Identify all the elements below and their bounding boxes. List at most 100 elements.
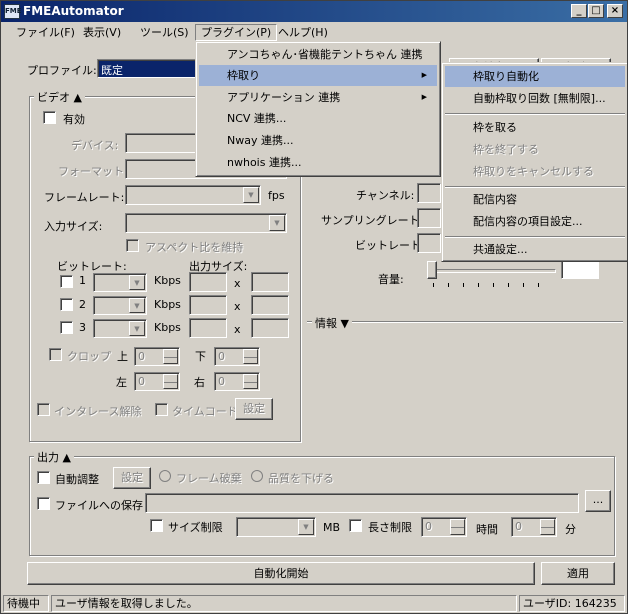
audio-bitrate-select[interactable] <box>417 233 441 253</box>
bitrate-1-checkbox[interactable] <box>60 275 73 288</box>
menu-ncv-link[interactable]: NCV 連携... <box>199 108 437 129</box>
menu-take-waku[interactable]: 枠を取る <box>445 117 625 138</box>
info-toggle[interactable]: 情報 ▼ <box>312 315 352 331</box>
output-settings-button[interactable]: 設定 <box>113 467 151 489</box>
apply-button[interactable]: 適用 <box>541 562 615 585</box>
window-title: FMEAutomator <box>23 4 124 18</box>
title-bar[interactable]: FME FMEAutomator _ □ × <box>1 1 627 22</box>
hours-input[interactable]: 0 <box>421 517 467 537</box>
crop-right-input[interactable]: 0 <box>214 372 260 391</box>
frame-drop-radio[interactable] <box>159 470 171 482</box>
size-limit-label: サイズ制限 <box>168 521 223 534</box>
output-2-height[interactable] <box>251 295 289 315</box>
chevron-down-icon[interactable]: ▼ <box>298 519 314 535</box>
crop-left-input[interactable]: 0 <box>134 372 180 391</box>
menu-anko-link[interactable]: アンコちゃん･省機能テントちゃん 連携 <box>199 44 437 65</box>
minutes-input[interactable]: 0 <box>511 517 557 537</box>
minimize-icon[interactable]: _ <box>571 4 587 18</box>
menu-auto-wakutori[interactable]: 枠取り自動化 <box>445 66 625 87</box>
sampling-select[interactable] <box>417 208 441 228</box>
hours-spinner[interactable] <box>450 519 465 535</box>
menu-separator <box>445 186 625 188</box>
crop-bottom-spinner[interactable] <box>243 349 258 364</box>
menu-tools[interactable]: ツール(S) <box>135 24 194 41</box>
browse-button[interactable]: ... <box>585 490 611 512</box>
output-2-width[interactable] <box>189 295 227 315</box>
menu-auto-count[interactable]: 自動枠取り回数 [無制限]... <box>445 88 625 109</box>
app-window: FME FMEAutomator _ □ × ファイル(F) 表示(V) ツール… <box>0 0 628 614</box>
hours-label: 時間 <box>476 523 498 536</box>
close-icon[interactable]: × <box>607 4 623 18</box>
volume-ticks <box>433 283 551 287</box>
plugin-menu: アンコちゃん･省機能テントちゃん 連携 枠取り ▶ アプリケーション 連携 ▶ … <box>195 41 441 177</box>
menu-separator <box>445 236 625 238</box>
chevron-down-icon[interactable]: ▼ <box>129 298 145 313</box>
crop-checkbox[interactable] <box>49 348 62 361</box>
crop-top-value: 0 <box>138 350 145 363</box>
output-3-width[interactable] <box>189 318 227 338</box>
menu-cancel-waku[interactable]: 枠取りをキャンセルする <box>445 161 625 182</box>
crop-left-spinner[interactable] <box>163 374 178 389</box>
profile-select[interactable]: 既定 <box>97 59 197 78</box>
length-limit-checkbox[interactable] <box>349 519 362 532</box>
save-file-checkbox[interactable] <box>37 497 50 510</box>
timecode-checkbox[interactable] <box>155 403 168 416</box>
bitrate-1-select[interactable]: ▼ <box>93 273 147 292</box>
chevron-down-icon[interactable]: ▼ <box>269 215 285 231</box>
output-3-height[interactable] <box>251 318 289 338</box>
video-enable-checkbox[interactable] <box>43 111 56 124</box>
menu-nway-link[interactable]: Nway 連携... <box>199 130 437 151</box>
minutes-spinner[interactable] <box>540 519 555 535</box>
minutes-value: 0 <box>515 520 522 533</box>
maximize-icon[interactable]: □ <box>588 4 604 18</box>
menu-view[interactable]: 表示(V) <box>78 24 126 41</box>
input-size-select[interactable]: ▼ <box>125 213 287 233</box>
bitrate-3-select[interactable]: ▼ <box>93 319 147 338</box>
menu-common-settings[interactable]: 共通設定... <box>445 239 625 260</box>
deinterlace-checkbox[interactable] <box>37 403 50 416</box>
crop-bottom-input[interactable]: 0 <box>214 347 260 366</box>
crop-top-spinner[interactable] <box>163 349 178 364</box>
quality-down-radio[interactable] <box>251 470 263 482</box>
menu-plugin[interactable]: プラグイン(P) <box>195 24 278 41</box>
format-label: フォーマット: <box>58 165 128 178</box>
output-1-height[interactable] <box>251 272 289 292</box>
output-1-width[interactable] <box>189 272 227 292</box>
bitrate-2-checkbox[interactable] <box>60 298 73 311</box>
chevron-down-icon[interactable]: ▼ <box>129 275 145 290</box>
video-group-title[interactable]: ビデオ ▲ <box>34 89 85 105</box>
output-3-x: x <box>234 323 241 336</box>
auto-adjust-checkbox[interactable] <box>37 471 50 484</box>
output-1-x: x <box>234 277 241 290</box>
volume-input[interactable] <box>561 260 599 279</box>
file-path-input[interactable] <box>145 493 579 513</box>
menu-help[interactable]: ヘルプ(H) <box>273 24 333 41</box>
menu-separator <box>445 113 625 115</box>
menu-nwhois-link[interactable]: nwhois 連携... <box>199 152 437 173</box>
video-settings-button[interactable]: 設定 <box>235 398 273 420</box>
framerate-label: フレームレート: <box>44 191 125 204</box>
bitrate-3-checkbox[interactable] <box>60 321 73 334</box>
chevron-down-icon[interactable]: ▼ <box>243 187 259 203</box>
menu-app-link-label: アプリケーション 連携 <box>227 91 341 104</box>
menu-file[interactable]: ファイル(F) <box>11 24 80 41</box>
aspect-checkbox[interactable] <box>126 239 139 252</box>
volume-slider-thumb[interactable] <box>427 261 437 279</box>
menu-broadcast-fields[interactable]: 配信内容の項目設定... <box>445 211 625 232</box>
size-limit-select[interactable]: ▼ <box>236 517 316 537</box>
start-automation-button[interactable]: 自動化開始 <box>27 562 535 585</box>
crop-right-spinner[interactable] <box>243 374 258 389</box>
mb-label: MB <box>323 521 341 534</box>
menu-broadcast-content[interactable]: 配信内容 <box>445 189 625 210</box>
output-group-title[interactable]: 出力 ▲ <box>34 449 74 465</box>
bitrate-2-select[interactable]: ▼ <box>93 296 147 315</box>
bitrate-1-unit: Kbps <box>154 274 181 287</box>
framerate-select[interactable]: ▼ <box>125 185 261 205</box>
crop-top-input[interactable]: 0 <box>134 347 180 366</box>
channel-select[interactable] <box>417 183 441 203</box>
chevron-down-icon[interactable]: ▼ <box>129 321 145 336</box>
menu-wakutori[interactable]: 枠取り ▶ <box>199 65 437 86</box>
menu-end-waku[interactable]: 枠を終了する <box>445 139 625 160</box>
size-limit-checkbox[interactable] <box>150 519 163 532</box>
menu-app-link[interactable]: アプリケーション 連携 ▶ <box>199 87 437 108</box>
